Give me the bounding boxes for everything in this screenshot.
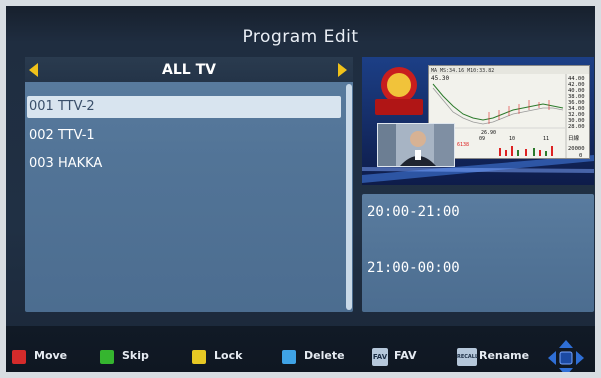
rename-key-label: Rename: [479, 349, 530, 362]
chart-x-tick-1: 09: [479, 136, 485, 142]
channel-item-label: 003 HAKKA: [29, 156, 103, 171]
video-preview: MA MS:34.16 M10:33.82 45.30 26.90 09 10 …: [362, 57, 594, 185]
channel-list-panel: ALL TV 001 TTV-2 002 TTV-1 003 HAKKA: [25, 57, 353, 312]
blue-key-icon: [282, 350, 296, 364]
chart-volume-zero: 0: [579, 153, 582, 158]
channel-item-001[interactable]: 001 TTV-2: [27, 96, 341, 118]
epg-event-time: 21:00-00:00: [367, 260, 460, 276]
chart-volume-value: 6138: [457, 142, 469, 148]
anchor-inset-image: [377, 123, 455, 167]
channel-list-scrollbar[interactable]: [346, 84, 352, 310]
skip-key-label: Skip: [122, 349, 149, 362]
recall-key-icon: RECALL: [457, 348, 478, 366]
channel-item-label: 001 TTV-2: [29, 99, 95, 114]
channel-group-header: ALL TV: [25, 57, 353, 82]
chart-x-tick-2: 10: [509, 136, 515, 142]
chart-y-tick: 28.00: [568, 124, 585, 130]
chart-volume-max: 20000: [568, 146, 585, 152]
channel-item-label: 002 TTV-1: [29, 128, 95, 143]
green-key-icon: [100, 350, 114, 364]
move-key-label: Move: [34, 349, 68, 362]
channel-item-003[interactable]: 003 HAKKA: [27, 153, 341, 175]
epg-event-time: 20:00-21:00: [367, 204, 460, 220]
chart-topleft-value: 45.30: [431, 75, 449, 82]
navigation-dpad-icon[interactable]: [546, 338, 586, 372]
arrow-right-icon[interactable]: [338, 63, 347, 77]
lock-key-label: Lock: [214, 349, 243, 362]
fav-key-icon: FAV: [372, 348, 388, 366]
tv-osd-screen: Program Edit ALL TV 001 TTV-2 002 TTV-1 …: [6, 6, 595, 372]
program-logo: [369, 63, 429, 119]
chart-volume-label: 日線: [568, 134, 580, 142]
page-title: Program Edit: [242, 27, 359, 47]
chart-x-tick-3: 11: [543, 136, 549, 142]
red-key-icon: [12, 350, 26, 364]
epg-event-panel: 20:00-21:00 21:00-00:00: [362, 194, 594, 312]
chart-header-text: MA MS:34.16 M10:33.82: [431, 68, 494, 74]
channel-item-002[interactable]: 002 TTV-1: [27, 125, 341, 147]
channel-group-name: ALL TV: [162, 62, 216, 78]
delete-key-label: Delete: [304, 349, 345, 362]
fav-key-label: FAV: [394, 349, 417, 362]
yellow-key-icon: [192, 350, 206, 364]
